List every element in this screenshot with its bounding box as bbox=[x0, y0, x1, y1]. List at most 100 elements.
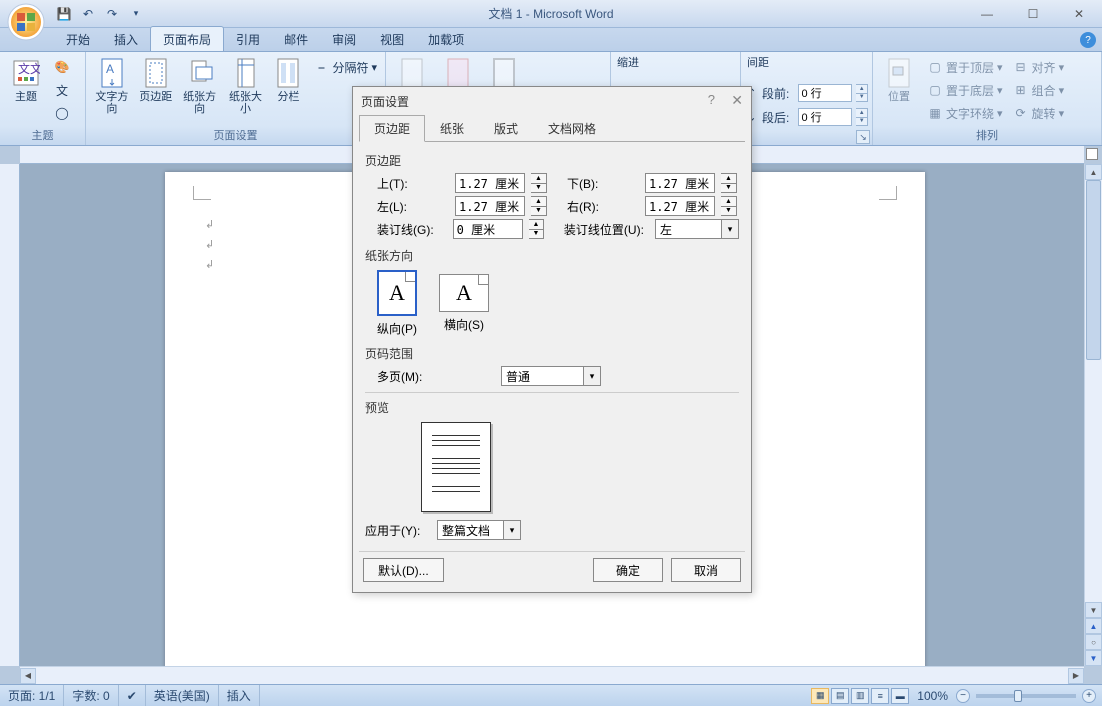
send-back-button[interactable]: ▢置于底层 ▾ bbox=[923, 79, 1007, 101]
after-spinner[interactable]: ▲▼ bbox=[856, 108, 868, 126]
gutter-pos-label: 装订线位置(U): bbox=[564, 221, 649, 238]
scroll-thumb[interactable] bbox=[1086, 180, 1101, 360]
view-full-reading[interactable]: ▤ bbox=[831, 688, 849, 704]
portrait-option[interactable]: A 纵向(P) bbox=[377, 270, 417, 337]
help-button[interactable]: ? bbox=[1080, 32, 1096, 48]
tab-references[interactable]: 引用 bbox=[224, 27, 272, 51]
fonts-button[interactable]: 文 bbox=[50, 79, 74, 101]
breaks-icon: ⎯ bbox=[313, 59, 329, 75]
para-launcher[interactable]: ↘ bbox=[856, 130, 870, 144]
view-outline[interactable]: ≡ bbox=[871, 688, 889, 704]
cancel-button[interactable]: 取消 bbox=[671, 558, 741, 582]
bottom-input[interactable] bbox=[645, 173, 715, 193]
left-input[interactable] bbox=[455, 196, 525, 216]
zoom-out-button[interactable]: − bbox=[956, 689, 970, 703]
scroll-up-button[interactable]: ▲ bbox=[1085, 164, 1102, 180]
landscape-option[interactable]: A 横向(S) bbox=[439, 270, 489, 337]
zoom-thumb[interactable] bbox=[1014, 690, 1022, 702]
after-input[interactable] bbox=[798, 108, 852, 126]
right-spinner[interactable]: ▲▼ bbox=[721, 196, 737, 216]
text-direction-button[interactable]: A 文字方向 bbox=[90, 54, 134, 118]
status-mode[interactable]: 插入 bbox=[219, 685, 260, 706]
gutter-pos-select[interactable]: 左 bbox=[655, 219, 739, 239]
view-print-layout[interactable]: ▦ bbox=[811, 688, 829, 704]
breaks-button[interactable]: ⎯分隔符 ▾ bbox=[309, 56, 381, 78]
office-button[interactable] bbox=[6, 2, 46, 42]
minimize-button[interactable]: — bbox=[964, 0, 1010, 28]
bring-front-button[interactable]: ▢置于顶层 ▾ bbox=[923, 56, 1007, 78]
right-input[interactable] bbox=[645, 196, 715, 216]
tab-pagelayout[interactable]: 页面布局 bbox=[150, 26, 224, 51]
dlg-tab-grid[interactable]: 文档网格 bbox=[533, 115, 611, 141]
left-spinner[interactable]: ▲▼ bbox=[531, 196, 547, 216]
ok-button[interactable]: 确定 bbox=[593, 558, 663, 582]
rotate-button[interactable]: ⟳旋转 ▾ bbox=[1009, 102, 1069, 124]
gutter-spinner[interactable]: ▲▼ bbox=[529, 219, 545, 239]
browse-prev-button[interactable]: ▲ bbox=[1085, 618, 1102, 634]
proof-icon: ✔ bbox=[127, 689, 137, 703]
text-wrap-icon: ▦ bbox=[927, 105, 943, 121]
qat-redo-icon[interactable]: ↷ bbox=[102, 4, 122, 24]
orientation-button[interactable]: 纸张方向 bbox=[178, 54, 222, 118]
dlg-tab-paper[interactable]: 纸张 bbox=[425, 115, 479, 141]
columns-button[interactable]: 分栏 bbox=[269, 54, 307, 106]
status-words[interactable]: 字数: 0 bbox=[64, 685, 118, 706]
gutter-input[interactable] bbox=[453, 219, 523, 239]
before-input[interactable] bbox=[798, 84, 852, 102]
ruler-toggle[interactable] bbox=[1086, 148, 1098, 160]
scroll-down-button[interactable]: ▼ bbox=[1085, 602, 1102, 618]
tab-insert[interactable]: 插入 bbox=[102, 27, 150, 51]
text-wrap-button[interactable]: ▦文字环绕 ▾ bbox=[923, 102, 1007, 124]
colors-button[interactable]: 🎨 bbox=[50, 56, 74, 78]
dialog-help-button[interactable]: ? bbox=[708, 92, 715, 107]
default-button[interactable]: 默认(D)... bbox=[363, 558, 444, 582]
group-objects-button[interactable]: ⊞组合 ▾ bbox=[1009, 79, 1069, 101]
effects-button[interactable]: ◯ bbox=[50, 102, 74, 124]
position-button[interactable]: 位置 bbox=[877, 54, 921, 106]
zoom-in-button[interactable]: + bbox=[1082, 689, 1096, 703]
vertical-ruler[interactable] bbox=[0, 164, 20, 666]
dialog-close-button[interactable]: ✕ bbox=[731, 92, 743, 109]
dialog-tabs: 页边距 纸张 版式 文档网格 bbox=[359, 115, 745, 142]
browse-next-button[interactable]: ▼ bbox=[1085, 650, 1102, 666]
bottom-spinner[interactable]: ▲▼ bbox=[721, 173, 737, 193]
orientation-icon bbox=[184, 57, 216, 89]
status-proof[interactable]: ✔ bbox=[119, 685, 146, 706]
tab-review[interactable]: 审阅 bbox=[320, 27, 368, 51]
tab-view[interactable]: 视图 bbox=[368, 27, 416, 51]
close-button[interactable]: ✕ bbox=[1056, 0, 1102, 28]
hscroll-left-button[interactable]: ◀ bbox=[20, 668, 36, 684]
top-input[interactable] bbox=[455, 173, 525, 193]
dlg-tab-layout[interactable]: 版式 bbox=[479, 115, 533, 141]
qat-save-icon[interactable]: 💾 bbox=[54, 4, 74, 24]
zoom-slider[interactable] bbox=[976, 694, 1076, 698]
status-language[interactable]: 英语(美国) bbox=[146, 685, 219, 706]
browse-object-button[interactable]: ○ bbox=[1085, 634, 1102, 650]
top-spinner[interactable]: ▲▼ bbox=[531, 173, 547, 193]
dlg-tab-margins[interactable]: 页边距 bbox=[359, 115, 425, 142]
svg-text:文文: 文文 bbox=[18, 61, 40, 76]
themes-group-label: 主题 bbox=[0, 126, 85, 145]
before-spinner[interactable]: ▲▼ bbox=[856, 84, 868, 102]
tab-addins[interactable]: 加载项 bbox=[416, 27, 476, 51]
themes-button[interactable]: 文文 主题 bbox=[4, 54, 48, 106]
maximize-button[interactable]: ☐ bbox=[1010, 0, 1056, 28]
status-page[interactable]: 页面: 1/1 bbox=[0, 685, 64, 706]
horizontal-scrollbar[interactable]: ◀ ▶ bbox=[20, 666, 1084, 684]
align-button[interactable]: ⊟对齐 ▾ bbox=[1009, 56, 1069, 78]
size-button[interactable]: 纸张大小 bbox=[224, 54, 268, 118]
text-direction-label: 文字方向 bbox=[93, 91, 131, 115]
dialog-title-bar[interactable]: 页面设置 ? ✕ bbox=[353, 87, 751, 115]
tab-home[interactable]: 开始 bbox=[54, 27, 102, 51]
hscroll-right-button[interactable]: ▶ bbox=[1068, 668, 1084, 684]
tab-mailings[interactable]: 邮件 bbox=[272, 27, 320, 51]
qat-customize-icon[interactable]: ▾ bbox=[126, 4, 146, 24]
apply-select[interactable]: 整篇文档 bbox=[437, 520, 521, 540]
view-draft[interactable]: ▬ bbox=[891, 688, 909, 704]
vertical-scrollbar[interactable]: ▲ ▼ ▲ ○ ▼ bbox=[1084, 164, 1102, 666]
qat-undo-icon[interactable]: ↶ bbox=[78, 4, 98, 24]
margins-button[interactable]: 页边距 bbox=[136, 54, 176, 106]
multi-select[interactable]: 普通 bbox=[501, 366, 601, 386]
zoom-level[interactable]: 100% bbox=[911, 689, 954, 703]
view-web[interactable]: ▥ bbox=[851, 688, 869, 704]
